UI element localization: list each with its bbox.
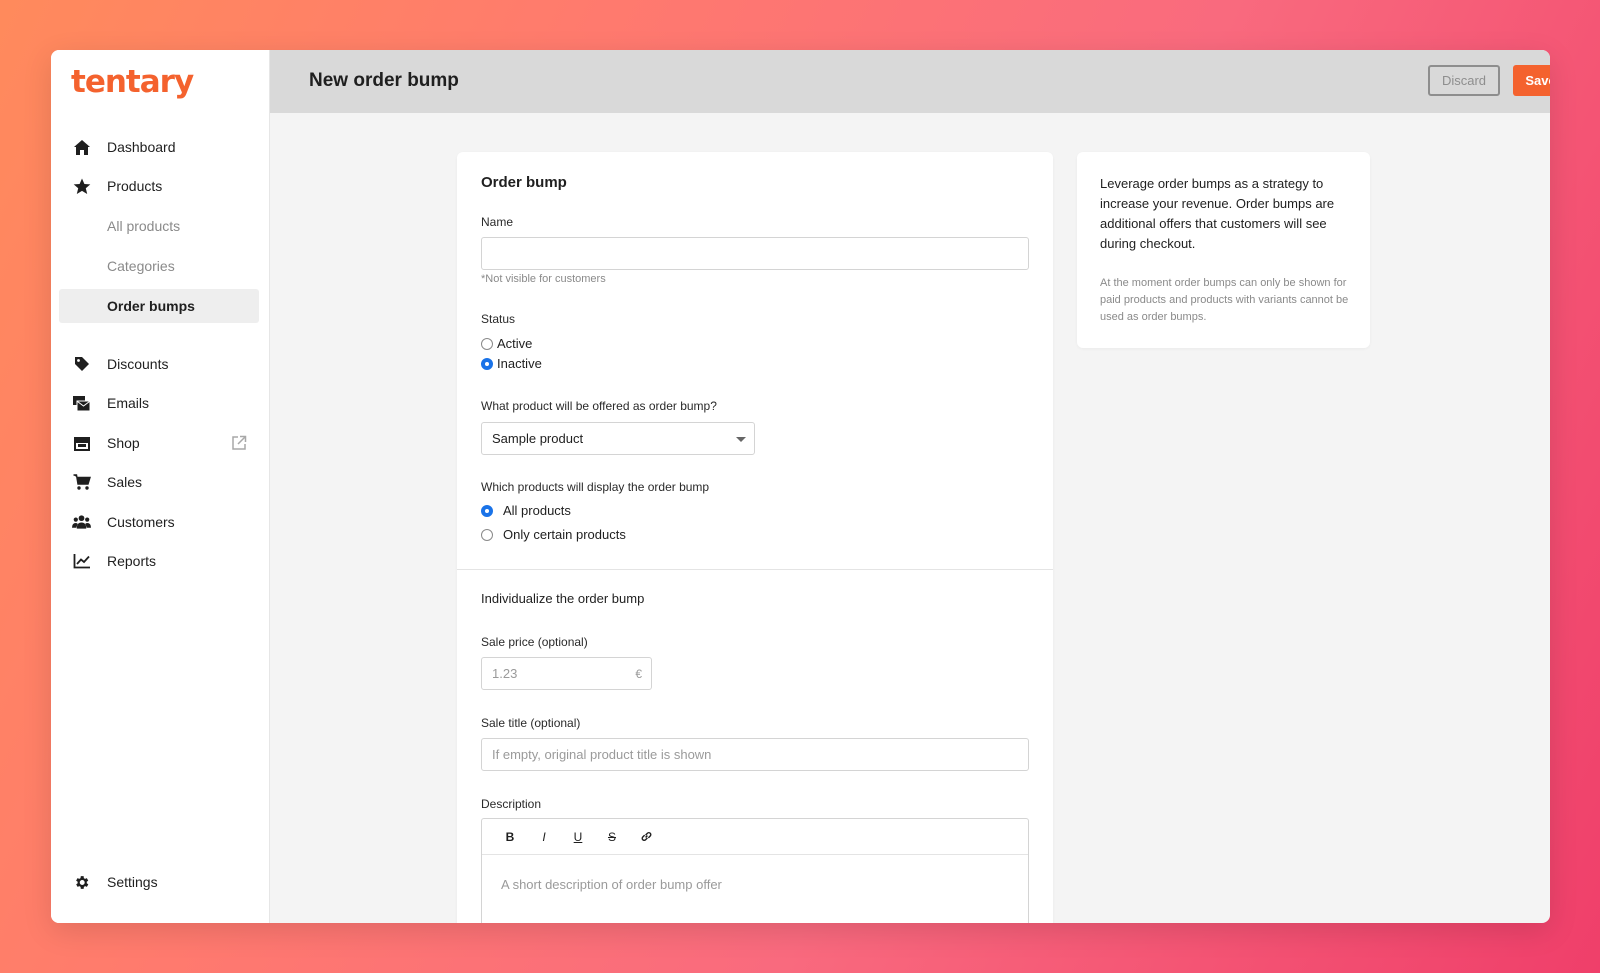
save-button[interactable]: Save <box>1513 65 1550 96</box>
link-icon[interactable] <box>632 825 660 849</box>
editor-toolbar: B I U S <box>482 819 1028 855</box>
sidebar-item-label: Emails <box>107 395 150 411</box>
product-select-value: Sample product <box>492 431 584 446</box>
bold-button[interactable]: B <box>496 825 524 849</box>
discard-button[interactable]: Discard <box>1428 65 1500 96</box>
display-option-certain[interactable]: Only certain products <box>481 527 626 542</box>
sidebar: tentary Dashboard Products All products … <box>51 50 270 923</box>
radio-label: Inactive <box>497 356 542 371</box>
sidebar-item-reports[interactable]: Reports <box>59 544 259 578</box>
sidebar-item-order-bumps[interactable]: Order bumps <box>59 289 259 323</box>
radio-button[interactable] <box>481 337 493 350</box>
chart-icon <box>72 552 91 570</box>
sidebar-item-label: Order bumps <box>107 298 195 314</box>
sidebar-item-products[interactable]: Products <box>59 169 259 203</box>
sidebar-item-label: Sales <box>107 474 143 490</box>
currency-symbol: € <box>635 667 642 681</box>
strikethrough-button[interactable]: S <box>598 825 626 849</box>
section-title: Order bump <box>481 174 567 191</box>
external-link-icon[interactable] <box>231 435 247 451</box>
radio-button[interactable] <box>481 357 493 370</box>
status-option-inactive[interactable]: Inactive <box>481 356 542 371</box>
sidebar-item-label: Shop <box>107 435 140 451</box>
sale-price-label: Sale price (optional) <box>481 635 588 649</box>
italic-button[interactable]: I <box>530 825 558 849</box>
sidebar-item-categories[interactable]: Categories <box>59 249 259 283</box>
tag-icon <box>72 355 91 373</box>
description-editor[interactable]: B I U S A short description of order bum… <box>481 818 1029 923</box>
description-label: Description <box>481 797 542 811</box>
app-window: tentary Dashboard Products All products … <box>51 50 1550 923</box>
sidebar-item-customers[interactable]: Customers <box>59 505 259 539</box>
users-icon <box>72 513 91 531</box>
sidebar-item-label: Categories <box>107 258 175 274</box>
sale-price-placeholder: 1.23 <box>492 666 518 681</box>
info-text: Leverage order bumps as a strategy to in… <box>1100 176 1335 251</box>
sidebar-item-discounts[interactable]: Discounts <box>59 347 259 381</box>
page-title: New order bump <box>309 70 459 91</box>
status-option-active[interactable]: Active <box>481 336 532 351</box>
radio-label: All products <box>503 503 571 518</box>
order-bump-form-card: Order bump Name *Not visible for custome… <box>457 152 1053 923</box>
radio-label: Only certain products <box>503 527 626 542</box>
info-note: At the moment order bumps can only be sh… <box>1100 277 1349 323</box>
sidebar-item-dashboard[interactable]: Dashboard <box>59 130 259 164</box>
name-input[interactable] <box>481 237 1029 270</box>
name-label: Name <box>481 215 514 229</box>
home-icon <box>72 138 91 156</box>
info-card: Leverage order bumps as a strategy to in… <box>1077 152 1370 348</box>
radio-label: Active <box>497 336 533 351</box>
store-icon <box>72 434 91 452</box>
sidebar-item-label: All products <box>107 218 181 234</box>
radio-button[interactable] <box>481 504 493 517</box>
sidebar-item-all-products[interactable]: All products <box>59 209 259 243</box>
sale-title-label: Sale title (optional) <box>481 716 581 730</box>
section-divider <box>457 569 1053 570</box>
radio-button[interactable] <box>481 528 493 541</box>
sidebar-item-label: Customers <box>107 514 175 530</box>
sale-price-input[interactable]: 1.23 € <box>481 657 652 690</box>
description-placeholder: A short description of order bump offer <box>501 877 722 892</box>
cart-icon <box>72 473 91 491</box>
sidebar-item-label: Dashboard <box>107 139 176 155</box>
sidebar-item-label: Settings <box>107 874 158 890</box>
header-bar: New order bump Discard Save <box>270 50 1550 113</box>
sidebar-item-settings[interactable]: Settings <box>59 865 259 899</box>
sidebar-item-label: Discounts <box>107 356 169 372</box>
underline-button[interactable]: U <box>564 825 592 849</box>
status-label: Status <box>481 312 516 326</box>
gear-icon <box>72 873 91 891</box>
star-icon <box>72 177 91 195</box>
sidebar-item-label: Reports <box>107 553 157 569</box>
logo[interactable]: tentary <box>71 64 194 100</box>
sale-title-placeholder: If empty, original product title is show… <box>492 747 712 762</box>
sidebar-item-shop[interactable]: Shop <box>59 426 259 460</box>
display-option-all[interactable]: All products <box>481 503 571 518</box>
product-select[interactable]: Sample product <box>481 422 755 455</box>
sidebar-item-emails[interactable]: Emails <box>59 386 259 420</box>
mail-icon <box>72 394 91 412</box>
product-label: What product will be offered as order bu… <box>481 399 717 413</box>
sale-title-input[interactable]: If empty, original product title is show… <box>481 738 1029 771</box>
name-hint: *Not visible for customers <box>481 273 606 285</box>
sidebar-item-label: Products <box>107 178 163 194</box>
individualize-title: Individualize the order bump <box>481 591 645 606</box>
sidebar-item-sales[interactable]: Sales <box>59 465 259 499</box>
display-label: Which products will display the order bu… <box>481 480 710 494</box>
chevron-down-icon <box>736 437 746 442</box>
